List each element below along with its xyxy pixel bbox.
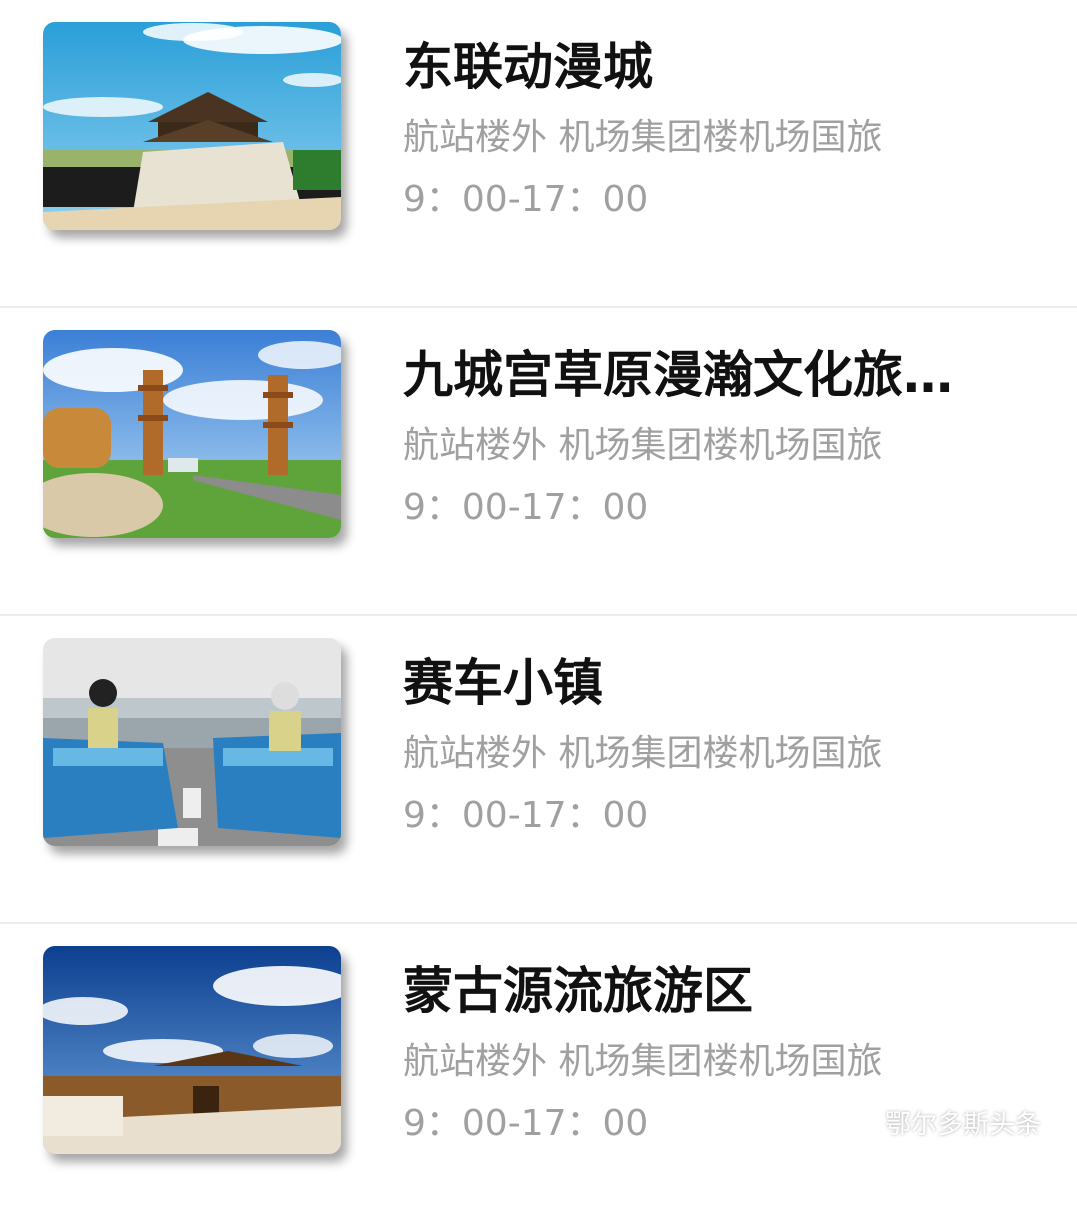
watermark-text: 鄂尔多斯头条: [884, 1110, 1041, 1140]
go-kart-photo[interactable]: [43, 638, 341, 846]
wechat-icon: [837, 1108, 877, 1138]
attraction-title: 九城宫草原漫瀚文化旅…: [403, 346, 953, 404]
list-item[interactable]: 东联动漫城 航站楼外 机场集团楼机场国旅 9：00-17：00: [0, 0, 1077, 308]
attraction-hours: 9：00-17：00: [403, 1103, 649, 1144]
attraction-address: 航站楼外 机场集团楼机场国旅: [403, 733, 883, 774]
attraction-address: 航站楼外 机场集团楼机场国旅: [403, 1041, 883, 1082]
palace-gate-photo[interactable]: [43, 946, 341, 1154]
list-item[interactable]: 赛车小镇 航站楼外 机场集团楼机场国旅 9：00-17：00: [0, 616, 1077, 924]
list-item[interactable]: 蒙古源流旅游区 航站楼外 机场集团楼机场国旅 9：00-17：00: [0, 924, 1077, 1231]
attraction-list: 东联动漫城 航站楼外 机场集团楼机场国旅 9：00-17：00 九城宫草原漫瀚文…: [0, 0, 1077, 1169]
attraction-title: 赛车小镇: [403, 654, 603, 712]
pagoda-fort-photo[interactable]: [43, 22, 341, 230]
attraction-address: 航站楼外 机场集团楼机场国旅: [403, 117, 883, 158]
list-item[interactable]: 九城宫草原漫瀚文化旅… 航站楼外 机场集团楼机场国旅 9：00-17：00: [0, 308, 1077, 616]
attraction-address: 航站楼外 机场集团楼机场国旅: [403, 425, 883, 466]
attraction-hours: 9：00-17：00: [403, 487, 649, 528]
watermark: 鄂尔多斯头条: [837, 1104, 1041, 1141]
attraction-hours: 9：00-17：00: [403, 179, 649, 220]
attraction-title: 东联动漫城: [403, 38, 653, 96]
grassland-towers-photo[interactable]: [43, 330, 341, 538]
attraction-title: 蒙古源流旅游区: [403, 962, 753, 1020]
attraction-hours: 9：00-17：00: [403, 795, 649, 836]
